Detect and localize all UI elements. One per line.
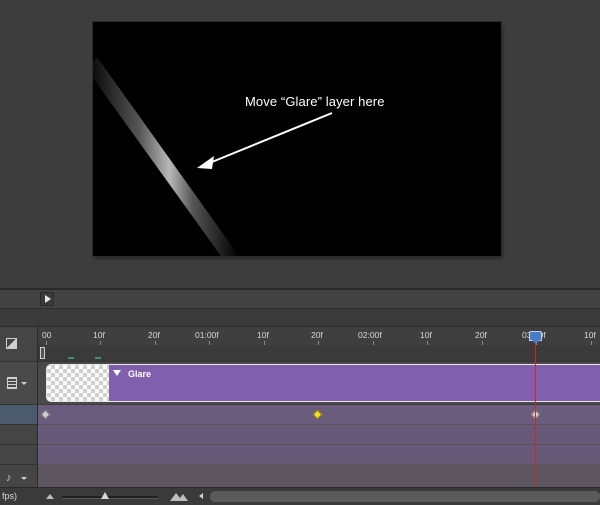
keyframe-start[interactable]	[40, 409, 51, 420]
zoom-slider-thumb[interactable]	[101, 492, 109, 499]
zoom-in-icon[interactable]	[170, 491, 188, 501]
cache-indicator	[68, 357, 74, 359]
playhead-line	[535, 340, 536, 487]
layer-name: Glare	[128, 369, 152, 379]
expand-triangle-icon[interactable]	[113, 370, 121, 376]
layer-thumbnail	[47, 365, 109, 401]
audio-track-row[interactable]	[38, 465, 600, 488]
ruler-label: 20f	[148, 330, 160, 340]
keyframe-selected[interactable]	[312, 409, 323, 420]
ruler-label: 10f	[584, 330, 596, 340]
convert-to-frame-animation-icon[interactable]	[6, 338, 17, 349]
timeline-footer: fps)	[0, 487, 600, 505]
property-track-header[interactable]	[0, 425, 37, 445]
layer-clip-glare[interactable]: Glare	[46, 364, 600, 402]
annotation-arrow-icon	[197, 112, 333, 169]
document-workspace: Move “Glare” layer here	[0, 0, 600, 288]
playback-controls	[0, 290, 600, 309]
ruler-label: 01:00f	[195, 330, 219, 340]
property-track-row[interactable]	[38, 405, 600, 425]
playhead-handle[interactable]	[529, 331, 542, 344]
property-track-header-selected[interactable]	[0, 405, 37, 425]
property-track-row[interactable]	[38, 445, 600, 465]
cache-indicator	[95, 357, 101, 359]
timeline-header-gap	[0, 309, 600, 327]
timeline-track-headers: ♪	[0, 327, 38, 488]
property-track-header[interactable]	[0, 445, 37, 465]
time-ruler[interactable]: 00 10f 20f 01:00f 10f 20f 02:00f 10f 20f…	[38, 327, 600, 345]
document-canvas[interactable]: Move “Glare” layer here	[93, 22, 501, 256]
zoom-out-icon[interactable]	[46, 494, 54, 499]
ruler-label: 10f	[93, 330, 105, 340]
audio-track-header: ♪	[0, 465, 37, 488]
video-track-header	[0, 362, 37, 405]
scroll-left-arrow[interactable]	[199, 493, 203, 499]
ruler-label: 20f	[475, 330, 487, 340]
frame-rate-label: fps)	[2, 491, 18, 501]
chevron-down-icon[interactable]	[21, 477, 27, 480]
ruler-label: 10f	[420, 330, 432, 340]
film-strip-icon[interactable]	[7, 377, 17, 389]
music-note-icon[interactable]: ♪	[6, 473, 12, 484]
chevron-down-icon[interactable]	[21, 382, 27, 385]
ruler-label: 02:00f	[358, 330, 382, 340]
property-track-row[interactable]	[38, 425, 600, 445]
video-track-row: Glare	[38, 362, 600, 404]
horizontal-scrollbar[interactable]	[210, 491, 600, 502]
work-area-start-handle[interactable]	[40, 347, 45, 359]
ruler-label: 10f	[257, 330, 269, 340]
work-area-bar[interactable]	[38, 345, 600, 362]
ruler-label: 00	[42, 330, 52, 340]
zoom-slider-track[interactable]	[62, 496, 158, 499]
work-area-cell	[0, 327, 37, 362]
ruler-label: 20f	[311, 330, 323, 340]
play-button[interactable]	[40, 292, 54, 306]
